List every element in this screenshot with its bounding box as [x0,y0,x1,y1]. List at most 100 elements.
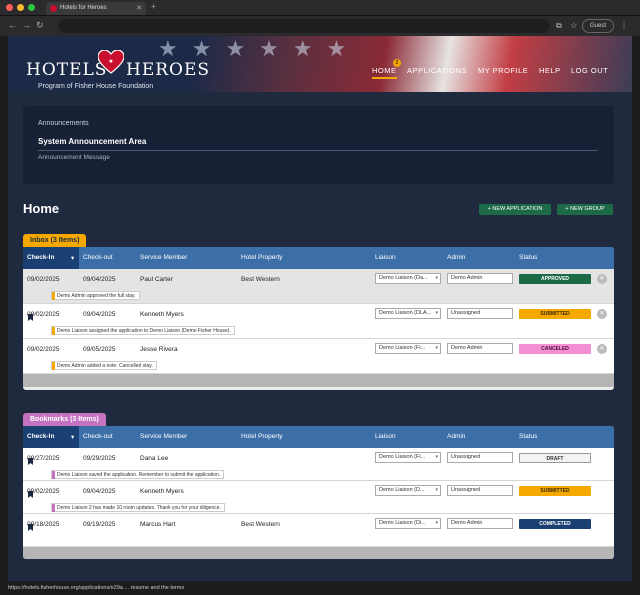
page-title: Home [23,201,60,216]
activity-note: Demo Admin approved the full stay. [51,291,140,300]
table-row[interactable]: 09/02/2025 09/05/2025 Jesse Rivera Demo Lia… [23,339,614,374]
new-group-button[interactable]: + NEW GROUP [557,204,613,215]
service-member[interactable]: Kenneth Myers [140,311,184,318]
column-header-hotel-property[interactable]: Hotel Property [241,254,283,261]
reload-icon[interactable]: ↻ [36,20,44,31]
browser-tab[interactable]: Hotels for Heroes ✕ [46,2,146,15]
note-accent-bar [52,292,55,300]
tab-title: Hotels for Heroes [60,5,107,11]
table-row[interactable]: 09/02/2025 09/04/2025 Paul Carter Best West… [23,269,614,304]
column-header-check-out[interactable]: Check-out [83,433,113,440]
new-tab-button[interactable]: + [151,2,156,11]
inbox-tab[interactable]: Inbox (3 Items) [23,234,87,247]
browser-status-bar: https://hotels.fisherhouse.org/applicati… [0,581,640,595]
table-header: Check-In Check-out Service Member Hotel Pro… [23,426,614,448]
status-badge: APPROVED [519,274,591,284]
service-member[interactable]: Marcus Hart [140,521,175,528]
sort-caret-icon[interactable]: ▾ [71,433,74,441]
note-accent-bar [52,504,55,512]
checkout-date: 09/05/2025 [83,346,116,353]
liaison-select[interactable]: Demo Liaison (Di... ▾ [375,518,441,529]
bookmarks-table: Check-In Check-out Service Member Hotel Pro… [23,426,614,559]
admin-field[interactable]: Unassigned [447,308,513,319]
forward-arrow-icon[interactable]: → [22,20,31,30]
table-row[interactable]: 09/27/2025 09/29/2025 Dana Lee Demo Liaison… [23,448,614,481]
checkin-date: 09/18/2025 [27,521,60,528]
checkout-date: 09/04/2025 [83,276,116,283]
logo-hotels-text: HOTELS [26,60,108,80]
nav-my-profile[interactable]: MY PROFILE [478,66,528,75]
window-close-button[interactable] [6,4,13,11]
status-badge: CANCELED [519,344,591,354]
dismiss-icon[interactable]: ✕ [597,309,607,319]
profile-button[interactable]: Guest [582,19,614,33]
extensions-icon[interactable]: ⧉ [556,21,562,31]
column-header-admin[interactable]: Admin [447,254,465,261]
column-header-admin[interactable]: Admin [447,433,465,440]
checkin-date: 09/02/2025 [27,311,60,318]
status-badge: DRAFT [519,453,591,463]
nav-home[interactable]: HOME [372,66,397,79]
admin-field[interactable]: Unassigned [447,452,513,463]
table-row[interactable]: 09/02/2025 09/04/2025 Kenneth Myers Demo Li… [23,304,614,339]
column-header-check-out[interactable]: Check-out [83,254,113,261]
window-maximize-button[interactable] [28,4,35,11]
svg-text:★: ★ [108,58,113,65]
nav-log-out[interactable]: LOG OUT [571,66,608,75]
dismiss-icon[interactable]: ✕ [597,344,607,354]
announcement-message: Announcement Message [38,154,110,161]
logo-heroes-text: HEROES [126,60,211,80]
admin-field[interactable]: Demo Admin [447,343,513,354]
tab-close-icon[interactable]: ✕ [136,2,142,15]
column-header-check-in[interactable]: Check-In [27,433,54,440]
liaison-select[interactable]: Demo Liaison (Da... ▾ [375,273,441,284]
liaison-select[interactable]: Demo Liaison (D... ▾ [375,485,441,496]
announcement-title: System Announcement Area [38,137,147,146]
address-bar[interactable] [58,19,550,33]
checkout-date: 09/04/2025 [83,488,116,495]
bookmark-star-icon[interactable]: ☆ [570,21,577,30]
table-row[interactable]: 09/02/2025 09/04/2025 Kenneth Myers Demo Li… [23,481,614,514]
column-header-service-member[interactable]: Service Member [140,433,187,440]
column-header-check-in[interactable]: Check-In [27,254,54,261]
service-member[interactable]: Dana Lee [140,455,168,462]
nav-applications[interactable]: APPLICATIONS [407,66,467,75]
admin-field[interactable]: Unassigned [447,485,513,496]
service-member[interactable]: Paul Carter [140,276,173,283]
admin-field[interactable]: Demo Admin [447,518,513,529]
column-header-service-member[interactable]: Service Member [140,254,187,261]
table-row[interactable]: 09/18/2025 09/19/2025 Marcus Hart Best West… [23,514,614,547]
service-member[interactable]: Jesse Rivera [140,346,178,353]
browser-toolbar: ← → ↻ ⧉ ☆ Guest ⋮ [0,16,640,36]
chevron-down-icon: ▾ [435,310,438,316]
table-footer [23,547,614,559]
sort-caret-icon[interactable]: ▾ [71,254,74,262]
column-header-status[interactable]: Status [519,433,537,440]
menu-kebab-icon[interactable]: ⋮ [620,21,628,30]
column-header-liaison[interactable]: Liaison [375,433,396,440]
column-header-status[interactable]: Status [519,254,537,261]
nav-help[interactable]: HELP [539,66,561,75]
status-badge: SUBMITTED [519,486,591,496]
column-header-hotel-property[interactable]: Hotel Property [241,433,283,440]
back-arrow-icon[interactable]: ← [8,20,17,30]
checkout-date: 09/29/2025 [83,455,116,462]
chevron-down-icon: ▾ [435,487,438,493]
liaison-select[interactable]: Demo Liaison (Fi... ▾ [375,452,441,463]
column-header-liaison[interactable]: Liaison [375,254,396,261]
activity-note: Demo Admin added a note: Cancelled stay. [51,361,157,370]
chevron-down-icon: ▾ [435,520,438,526]
window-minimize-button[interactable] [17,4,24,11]
liaison-select[interactable]: Demo Liaison (DLA... ▾ [375,308,441,319]
liaison-select[interactable]: Demo Liaison (Fi... ▾ [375,343,441,354]
note-accent-bar [52,471,55,479]
dismiss-icon[interactable]: ✕ [597,274,607,284]
announcement-label: Announcements [38,120,89,127]
table-footer [23,374,614,387]
new-application-button[interactable]: + NEW APPLICATION [479,204,551,215]
admin-field[interactable]: Demo Admin [447,273,513,284]
service-member[interactable]: Kenneth Myers [140,488,184,495]
bookmarks-tab[interactable]: Bookmarks (3 Items) [23,413,106,426]
page: ★★★★★★★ HOTELS ★ HEROES Program of Fishe… [8,36,632,581]
hotel-property: Best Western [241,521,280,528]
